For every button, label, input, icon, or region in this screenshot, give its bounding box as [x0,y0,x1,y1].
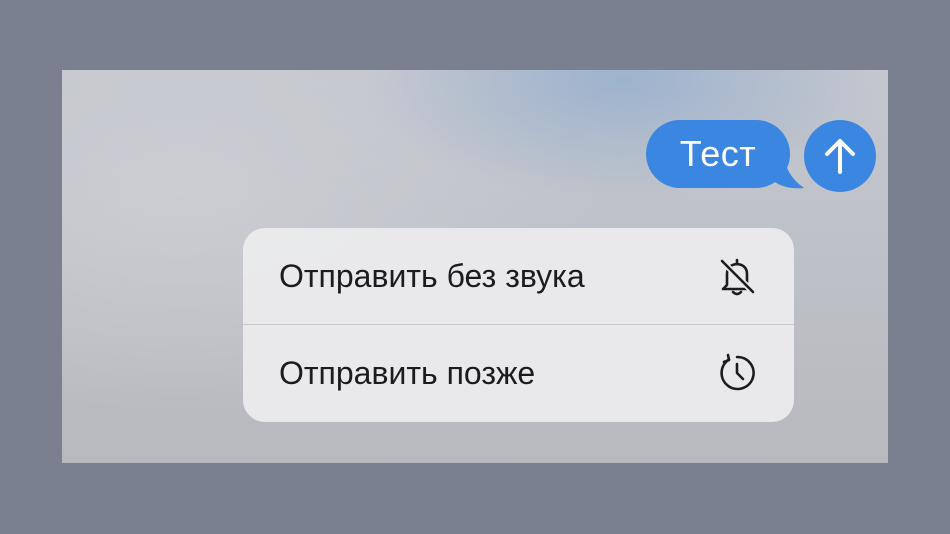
menu-item-send-later[interactable]: Отправить позже [243,325,794,421]
menu-item-label: Отправить позже [279,355,536,391]
bell-slash-icon [719,258,756,296]
bubble-tail [770,152,804,189]
menu-item-label: Отправить без звука [279,258,585,294]
arrow-up-icon [825,139,855,174]
send-button[interactable] [804,120,876,192]
send-options-menu: Отправить без звука Отправить позже [243,228,794,422]
message-bubble[interactable]: Тест [646,120,790,188]
message-text: Тест [679,133,757,174]
messages-screen: Тест Отправить без звука Отправить позже [62,70,888,463]
menu-item-send-silent[interactable]: Отправить без звука [243,228,794,324]
clock-arrow-icon [720,353,755,391]
